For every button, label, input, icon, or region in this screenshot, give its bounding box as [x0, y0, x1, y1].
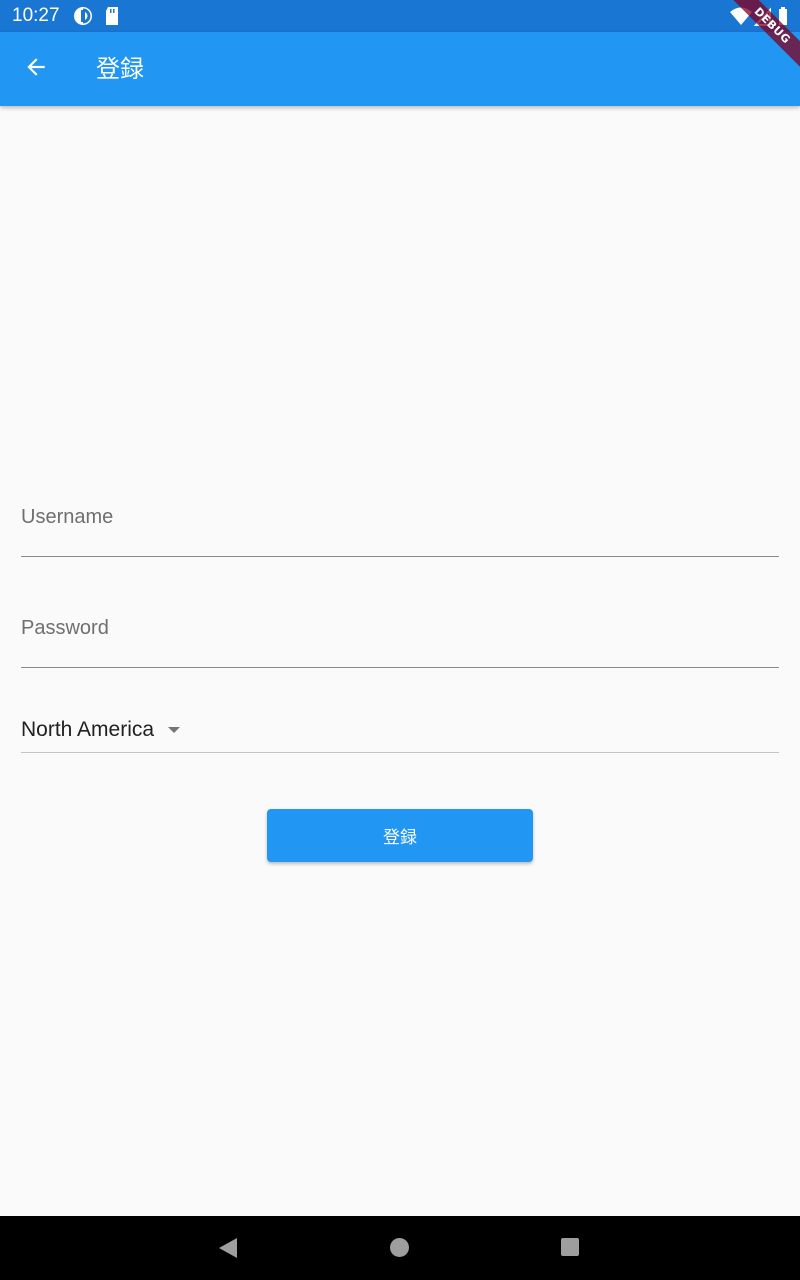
password-field[interactable]: Password: [21, 611, 779, 669]
username-placeholder: Username: [21, 506, 114, 528]
password-underline: [21, 667, 779, 668]
sd-card-icon: [104, 6, 120, 30]
sync-icon: [73, 6, 93, 30]
region-dropdown[interactable]: North America: [21, 715, 779, 755]
status-right-icons: [730, 6, 790, 26]
nav-recents-icon[interactable]: [561, 1238, 579, 1256]
dropdown-arrow-icon: [168, 727, 180, 733]
username-underline: [21, 556, 779, 557]
wifi-icon: [730, 7, 752, 25]
region-selected-value: North America: [21, 718, 155, 741]
register-button[interactable]: 登録: [267, 809, 533, 862]
battery-icon: [779, 7, 787, 25]
system-nav-bar: [0, 1216, 800, 1280]
back-button[interactable]: [12, 45, 60, 93]
page-title: 登録: [96, 55, 144, 83]
region-underline: [21, 752, 779, 753]
nav-home-icon[interactable]: [390, 1238, 409, 1257]
arrow-back-icon: [23, 54, 49, 84]
cell-signal-icon: [753, 7, 771, 26]
app-bar: 登録: [0, 32, 800, 106]
password-placeholder: Password: [21, 617, 109, 639]
username-field[interactable]: Username: [21, 500, 779, 558]
status-time: 10:27: [12, 5, 60, 26]
nav-back-icon[interactable]: [219, 1238, 237, 1258]
status-bar: 10:27: [0, 0, 800, 32]
